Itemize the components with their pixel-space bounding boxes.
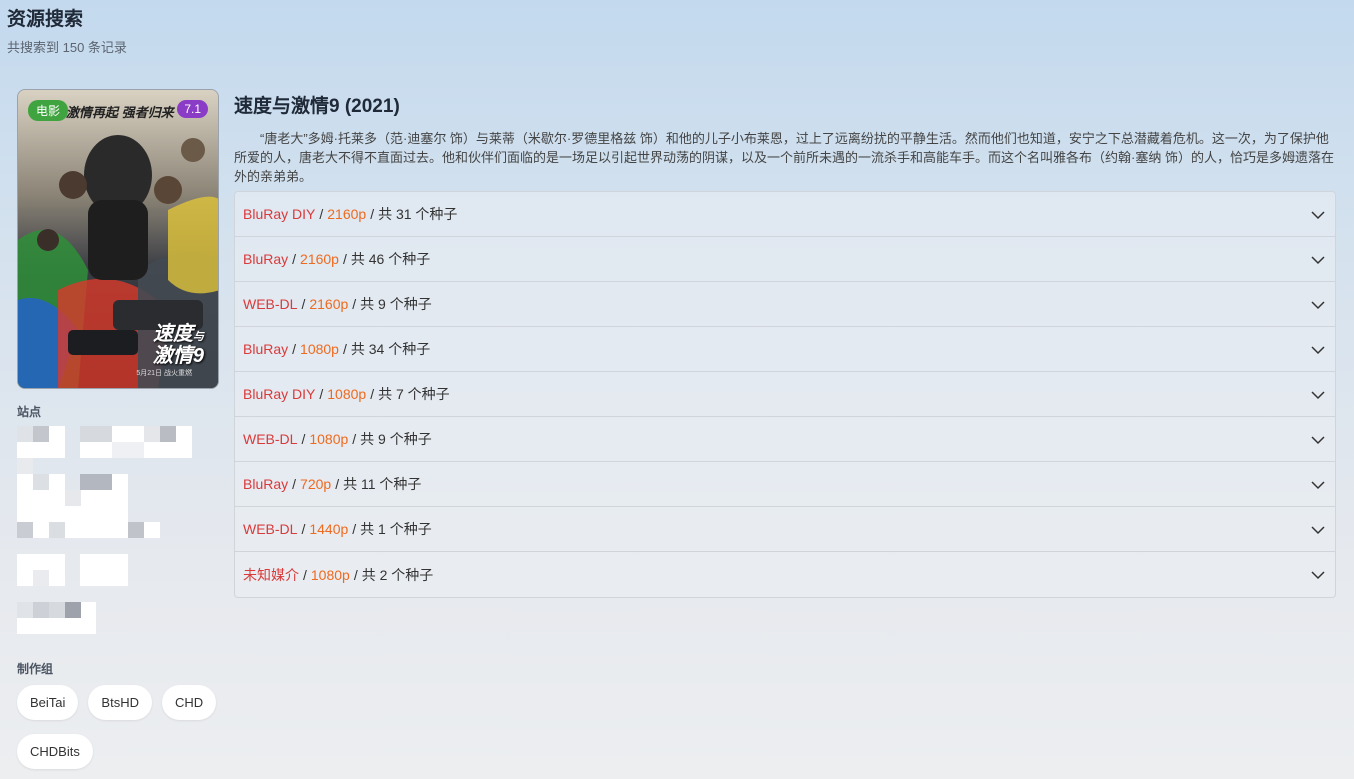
release-count: 共 34 个种子	[350, 341, 431, 357]
release-resolution: 2160p	[327, 206, 367, 222]
chevron-down-icon[interactable]	[1310, 522, 1326, 538]
release-separator: /	[303, 566, 307, 583]
release-resolution: 2160p	[300, 251, 339, 267]
sidebar: 激情再起 强者归来 电影 7.1 速度与 激情9 5月21日 战火重燃 站点 制…	[17, 89, 219, 769]
chevron-down-icon[interactable]	[1310, 567, 1326, 583]
group-chip-chdbits[interactable]: CHDBits	[17, 734, 93, 769]
release-count: 共 11 个种子	[343, 476, 422, 492]
release-row[interactable]: WEB-DL/2160p / 共 9 个种子	[235, 282, 1335, 327]
release-source: BluRay DIY	[243, 386, 316, 402]
main-content: 速度与激情9 (2021) “唐老大”多姆·托莱多（范·迪塞尔 饰）与莱蒂（米歇…	[234, 91, 1336, 598]
site-list-redacted	[17, 426, 217, 636]
release-row[interactable]: BluRay DIY/2160p / 共 31 个种子	[235, 192, 1335, 237]
chevron-down-icon[interactable]	[1310, 387, 1326, 403]
group-label: 制作组	[17, 662, 54, 676]
chevron-down-icon[interactable]	[1310, 297, 1326, 313]
site-label: 站点	[17, 405, 42, 419]
movie-overview: “唐老大”多姆·托莱多（范·迪塞尔 饰）与莱蒂（米歇尔·罗德里格兹 饰）和他的儿…	[234, 131, 1334, 184]
release-count: 共 46 个种子	[350, 251, 431, 267]
release-row[interactable]: BluRay/2160p / 共 46 个种子	[235, 237, 1335, 282]
poster-logo-line1: 速度	[153, 323, 193, 345]
release-separator: /	[352, 431, 357, 447]
release-row[interactable]: BluRay DIY/1080p / 共 7 个种子	[235, 372, 1335, 417]
poster-logo-line2: 激情9	[152, 345, 204, 367]
release-resolution: 1080p	[310, 566, 350, 583]
chevron-down-icon[interactable]	[1310, 477, 1326, 493]
release-count: 共 1 个种子	[360, 521, 432, 537]
release-separator: /	[292, 341, 297, 357]
release-resolution: 1080p	[327, 386, 367, 402]
release-separator: /	[301, 521, 306, 537]
release-separator: /	[342, 251, 347, 267]
movie-poster[interactable]: 激情再起 强者归来 电影 7.1 速度与 激情9 5月21日 战火重燃	[17, 89, 219, 389]
chevron-down-icon[interactable]	[1310, 432, 1326, 448]
release-source: BluRay	[243, 251, 289, 267]
release-row[interactable]: BluRay/1080p / 共 34 个种子	[235, 327, 1335, 372]
poster-logo: 速度与 激情9	[152, 323, 204, 367]
poster-date: 5月21日 战火重燃	[136, 370, 192, 377]
release-source: BluRay	[243, 476, 289, 492]
poster-tagline: 激情再起 强者归来	[66, 105, 174, 120]
release-resolution: 1440p	[309, 521, 349, 537]
release-count: 共 31 个种子	[378, 206, 458, 222]
release-count: 共 7 个种子	[378, 386, 450, 402]
release-separator: /	[301, 431, 306, 447]
movie-title: 速度与激情9 (2021)	[234, 96, 400, 117]
release-count: 共 2 个种子	[361, 566, 434, 583]
type-badge: 电影	[28, 100, 69, 121]
release-resolution: 2160p	[309, 296, 349, 312]
release-count: 共 9 个种子	[360, 431, 432, 447]
release-separator: /	[342, 341, 347, 357]
group-chip-btshd[interactable]: BtsHD	[88, 685, 152, 720]
release-row[interactable]: 未知媒介/1080p / 共 2 个种子	[235, 552, 1335, 597]
release-row[interactable]: BluRay/720p / 共 11 个种子	[235, 462, 1335, 507]
chevron-down-icon[interactable]	[1310, 342, 1326, 358]
release-separator: /	[319, 206, 324, 222]
page-header: 资源搜索 共搜索到 150 条记录	[7, 4, 127, 56]
release-separator: /	[353, 566, 358, 583]
release-source: WEB-DL	[243, 521, 298, 537]
group-chip-beitai[interactable]: BeiTai	[17, 685, 79, 720]
release-resolution: 1080p	[300, 341, 339, 357]
rating-badge: 7.1	[177, 100, 208, 118]
chevron-down-icon[interactable]	[1310, 207, 1326, 223]
release-separator: /	[292, 476, 297, 492]
chevron-down-icon[interactable]	[1310, 252, 1326, 268]
group-chip-list: BeiTai BtsHD CHD CHDBits	[17, 685, 219, 769]
page-title: 资源搜索	[7, 9, 84, 30]
release-separator: /	[292, 251, 297, 267]
release-separator: /	[370, 386, 375, 402]
release-source: BluRay	[243, 341, 289, 357]
release-resolution: 720p	[300, 476, 332, 492]
release-count: 共 9 个种子	[360, 296, 432, 312]
release-row[interactable]: WEB-DL/1080p / 共 9 个种子	[235, 417, 1335, 462]
release-source: WEB-DL	[243, 431, 298, 447]
release-separator: /	[319, 386, 324, 402]
release-separator: /	[352, 521, 357, 537]
release-source: BluRay DIY	[243, 206, 316, 222]
release-list: BluRay DIY/2160p / 共 31 个种子 BluRay/2160p / 共…	[234, 191, 1336, 598]
release-source: 未知媒介	[243, 566, 299, 583]
group-chip-chd[interactable]: CHD	[161, 685, 217, 720]
release-separator: /	[301, 296, 306, 312]
release-resolution: 1080p	[309, 431, 349, 447]
poster-logo-small: 与	[193, 331, 204, 343]
release-row[interactable]: WEB-DL/1440p / 共 1 个种子	[235, 507, 1335, 552]
release-source: WEB-DL	[243, 296, 298, 312]
release-separator: /	[335, 476, 340, 492]
release-separator: /	[352, 296, 357, 312]
result-count: 共搜索到 150 条记录	[7, 40, 127, 55]
release-separator: /	[370, 206, 375, 222]
